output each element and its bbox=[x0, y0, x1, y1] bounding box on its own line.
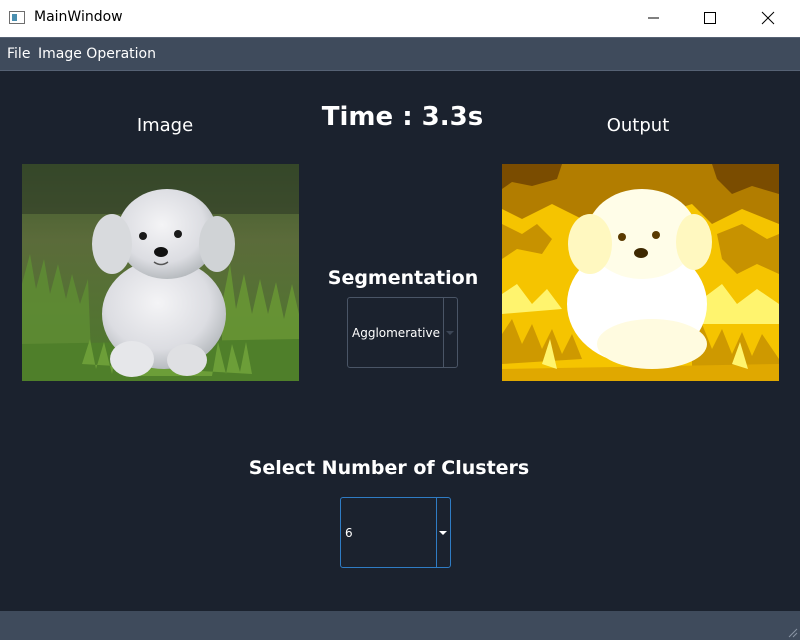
title-bar: MainWindow bbox=[0, 0, 800, 37]
maximize-icon bbox=[704, 12, 716, 24]
output-image bbox=[502, 164, 779, 381]
status-bar bbox=[0, 611, 800, 640]
image-label: Image bbox=[136, 115, 194, 136]
chevron-down-icon[interactable] bbox=[446, 331, 454, 335]
clusters-label: Select Number of Clusters bbox=[248, 457, 530, 479]
chevron-down-icon[interactable] bbox=[439, 531, 447, 535]
output-label: Output bbox=[606, 115, 670, 136]
window-title: MainWindow bbox=[34, 9, 123, 25]
minimize-icon bbox=[648, 17, 659, 19]
close-icon bbox=[761, 11, 775, 25]
minimize-button[interactable] bbox=[632, 0, 678, 37]
resize-grip-icon[interactable] bbox=[786, 626, 798, 638]
clusters-select[interactable]: 6 bbox=[340, 497, 451, 568]
segmentation-select[interactable]: Agglomerative bbox=[347, 297, 458, 368]
close-button[interactable] bbox=[746, 0, 792, 37]
combo-divider bbox=[443, 298, 444, 367]
app-window-icon bbox=[9, 11, 25, 24]
menu-file[interactable]: File bbox=[7, 46, 30, 62]
segmentation-select-value: Agglomerative bbox=[352, 326, 441, 340]
segmentation-label: Segmentation bbox=[327, 267, 479, 289]
combo-divider bbox=[436, 498, 437, 567]
menu-bar: File Image Operation bbox=[0, 37, 800, 71]
clusters-select-value: 6 bbox=[345, 526, 353, 540]
maximize-button[interactable] bbox=[688, 0, 734, 37]
input-image bbox=[22, 164, 299, 381]
menu-image-operation[interactable]: Image Operation bbox=[38, 46, 156, 62]
time-label: Time : 3.3s bbox=[321, 102, 484, 132]
